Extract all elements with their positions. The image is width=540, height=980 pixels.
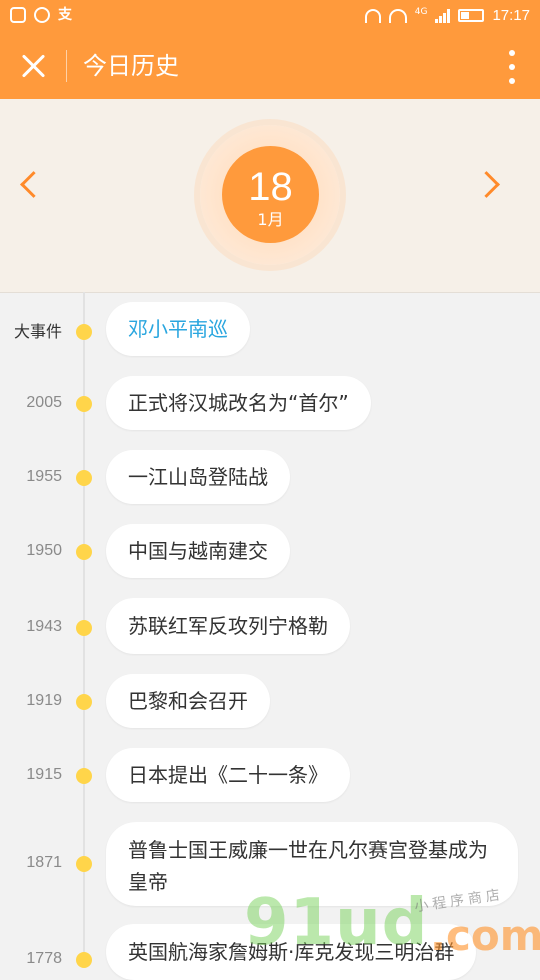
timeline-dot: [76, 768, 92, 784]
event-bubble[interactable]: 邓小平南巡: [106, 302, 250, 356]
event-bubble[interactable]: 日本提出《二十一条》: [106, 748, 350, 802]
app-bar: 今日历史: [0, 34, 540, 99]
timeline-dot: [76, 694, 92, 710]
headset-icon: [364, 8, 381, 23]
timeline-year: 1943: [26, 618, 62, 635]
watermark-logo: 91ud: [244, 886, 429, 960]
timeline-dot: [76, 856, 92, 872]
timeline-dot: [76, 396, 92, 412]
battery-icon: [458, 9, 485, 22]
previous-day-button[interactable]: [20, 171, 47, 198]
event-bubble[interactable]: 巴黎和会召开: [106, 674, 270, 728]
alipay-icon: 支: [58, 7, 72, 23]
timeline-dot: [76, 470, 92, 486]
event-bubble[interactable]: 一江山岛登陆战: [106, 450, 290, 504]
app-notification-icon: [10, 7, 26, 23]
timeline-year: 2005: [26, 394, 62, 411]
timeline-year: 1955: [26, 468, 62, 485]
timeline-dot: [76, 324, 92, 340]
timeline-year: 1871: [26, 854, 62, 871]
close-icon[interactable]: [14, 47, 52, 85]
event-bubble[interactable]: 苏联红军反攻列宁格勒: [106, 598, 350, 654]
signal-icon: [435, 8, 451, 23]
event-bubble[interactable]: 正式将汉城改名为“首尔”: [106, 376, 371, 430]
event-timeline: 大事件 邓小平南巡 2005 正式将汉城改名为“首尔” 1955 一江山岛登陆战…: [0, 292, 540, 980]
watermark-domain: .com: [430, 911, 540, 960]
event-bubble[interactable]: 中国与越南建交: [106, 524, 290, 578]
status-time: 17:17: [492, 7, 530, 24]
watermark: 91ud 小程序商店 .com: [244, 886, 540, 960]
timeline-year: 1778: [26, 950, 62, 967]
next-day-button[interactable]: [473, 171, 500, 198]
timeline-year: 1915: [26, 766, 62, 783]
network-type: 4G: [414, 7, 428, 17]
date-day: 18: [248, 165, 293, 209]
timeline-year: 1919: [26, 692, 62, 709]
status-indicators: 4G 17:17: [364, 7, 530, 24]
app-bar-divider: [66, 50, 67, 82]
date-month: 1月: [257, 210, 284, 229]
timeline-year: 1950: [26, 542, 62, 559]
status-notifications: 支: [10, 7, 72, 23]
wifi-icon: [388, 8, 407, 23]
timeline-dot: [76, 952, 92, 968]
date-header: 18 1月: [0, 99, 540, 293]
more-options-icon[interactable]: [504, 48, 520, 86]
timeline-dot: [76, 544, 92, 560]
status-bar: 支 4G 17:17: [0, 0, 540, 34]
weibo-icon: [34, 7, 50, 23]
page-title: 今日历史: [83, 52, 179, 80]
date-badge[interactable]: 18 1月: [222, 146, 319, 243]
timeline-dot: [76, 620, 92, 636]
timeline-year: 大事件: [13, 322, 62, 341]
